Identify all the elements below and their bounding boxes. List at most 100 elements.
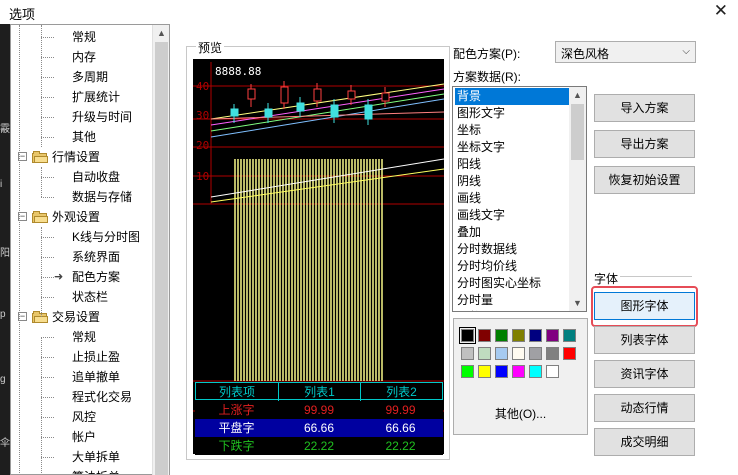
candle-body [230, 108, 239, 117]
y-label: 30 [196, 109, 209, 122]
tree-connector [41, 57, 54, 58]
list-item[interactable]: 阴线 [455, 173, 569, 190]
scroll-thumb[interactable] [155, 42, 168, 475]
table-cell: 99.99 [385, 403, 416, 417]
list-item[interactable]: 图形文字 [455, 105, 569, 122]
scheme-select[interactable]: 深色风格 ⌵ [555, 41, 696, 63]
export-scheme-button[interactable]: 导出方案 [594, 130, 695, 158]
info-font-button[interactable]: 资讯字体 [594, 360, 695, 388]
scheme-data-list[interactable]: 背景 图形文字 坐标 坐标文字 阳线 阴线 画线 画线文字 叠加 分时数据线 分时均价线 分时图实心坐… [452, 86, 587, 312]
color-swatch[interactable] [478, 365, 491, 378]
ma-line-yellow [210, 83, 444, 120]
tree-item-label: 程式化交易 [72, 390, 133, 404]
folder-icon [32, 151, 48, 163]
tree-connector [41, 417, 54, 418]
list-item[interactable]: 背景 [455, 88, 569, 105]
color-swatch[interactable] [546, 347, 559, 360]
candle-body [280, 86, 289, 104]
chevron-down-icon: ⌵ [682, 46, 690, 57]
color-swatch[interactable] [459, 327, 476, 344]
highlight-annotation [591, 286, 698, 327]
table-cell: 22.22 [303, 439, 335, 453]
tree-item-label: 大单拆单 [72, 450, 121, 464]
list-item[interactable]: 画线 [455, 190, 569, 207]
list-item[interactable]: 阳线 [455, 156, 569, 173]
tree-connector [41, 457, 54, 458]
color-swatch[interactable] [461, 347, 474, 360]
tree-connector [41, 237, 54, 238]
tree-item-label: 算法拆单 [72, 467, 120, 474]
tree-connector [41, 277, 54, 278]
scroll-thumb[interactable] [571, 104, 584, 160]
list-item[interactable]: 画线文字 [455, 207, 569, 224]
candle-body [364, 104, 373, 120]
list-item[interactable]: 小数 [455, 309, 569, 311]
color-swatch[interactable] [495, 365, 508, 378]
color-swatch[interactable] [461, 365, 474, 378]
table-row: 下跌字 22.22 22.22 [195, 437, 443, 455]
scroll-up-icon[interactable]: ▲ [569, 87, 586, 103]
restore-defaults-button[interactable]: 恢复初始设置 [594, 166, 695, 194]
color-swatch[interactable] [529, 347, 542, 360]
tree-scrollbar[interactable]: ▲ [152, 25, 169, 475]
settings-tree[interactable]: 常规 内存 多周期 扩展统计 升级与时间 其他 − 行情设置 自动收盘 数据与存储 − 外观设置 K线与… [10, 24, 170, 475]
table-cell: 99.99 [303, 403, 335, 417]
tree-connector [41, 167, 42, 197]
scroll-up-icon[interactable]: ▲ [153, 25, 170, 42]
color-swatch[interactable] [546, 329, 559, 342]
trade-detail-button[interactable]: 成交明细 [594, 428, 695, 456]
tree-connector [41, 77, 54, 78]
color-swatch[interactable] [478, 347, 491, 360]
list-item[interactable]: 分时数据线 [455, 241, 569, 258]
strip-char: i [0, 179, 3, 190]
tree-item-label: 扩展统计 [72, 90, 121, 104]
scroll-down-icon[interactable]: ▼ [569, 295, 586, 311]
background-app-strip: 霰 i 阳 p g 伞 [0, 24, 10, 475]
color-swatch[interactable] [546, 365, 559, 378]
tree-connector [41, 137, 54, 138]
color-swatch[interactable] [563, 347, 576, 360]
color-swatch[interactable] [512, 365, 525, 378]
tree-connector [41, 25, 42, 147]
tree-item-label: 风控 [72, 410, 97, 424]
table-cell: 22.22 [385, 439, 416, 453]
tree-connector [41, 377, 54, 378]
list-font-button[interactable]: 列表字体 [594, 326, 695, 354]
list-item[interactable]: 坐标 [455, 122, 569, 139]
tree-item-label: 追单撤单 [72, 370, 121, 384]
strip-char: 阳 [0, 248, 10, 259]
color-swatch[interactable] [495, 329, 508, 342]
import-scheme-button[interactable]: 导入方案 [594, 94, 695, 122]
tree-item-label: 数据与存储 [72, 190, 133, 204]
folder-icon [32, 211, 48, 223]
table-cell: 66.66 [303, 421, 335, 435]
other-color-button[interactable]: 其他(O)... [464, 403, 577, 425]
list-item[interactable]: 分时均价线 [455, 258, 569, 275]
y-label: 40 [196, 80, 209, 93]
tree-connector [41, 337, 42, 474]
list-item[interactable]: 分时图实心坐标 [455, 275, 569, 292]
close-icon[interactable]: ✕ [714, 2, 728, 20]
color-swatch[interactable] [529, 365, 542, 378]
color-swatch[interactable] [512, 347, 525, 360]
color-swatch[interactable] [512, 329, 525, 342]
ma-line-green [210, 93, 444, 132]
list-scrollbar[interactable]: ▲ ▼ [569, 87, 586, 311]
table-row: 上涨字 99.99 99.99 [195, 401, 443, 419]
color-swatch[interactable] [495, 347, 508, 360]
color-swatch[interactable] [563, 329, 576, 342]
list-item[interactable]: 叠加 [455, 224, 569, 241]
title-bar: 选项 ✕ [0, 0, 738, 24]
color-swatch[interactable] [478, 329, 491, 342]
tree-item-label: 常规 [72, 330, 97, 344]
strip-char: p [0, 309, 6, 320]
tree-item-label: 常规 [72, 30, 97, 44]
tree-connector [41, 177, 54, 178]
tree-item-label: 交易设置 [52, 310, 101, 324]
color-swatch[interactable] [529, 329, 542, 342]
tree-connector [41, 97, 54, 98]
folder-icon [32, 311, 48, 323]
dynamic-quote-button[interactable]: 动态行情 [594, 394, 695, 422]
list-item[interactable]: 分时量 [455, 292, 569, 309]
list-item[interactable]: 坐标文字 [455, 139, 569, 156]
